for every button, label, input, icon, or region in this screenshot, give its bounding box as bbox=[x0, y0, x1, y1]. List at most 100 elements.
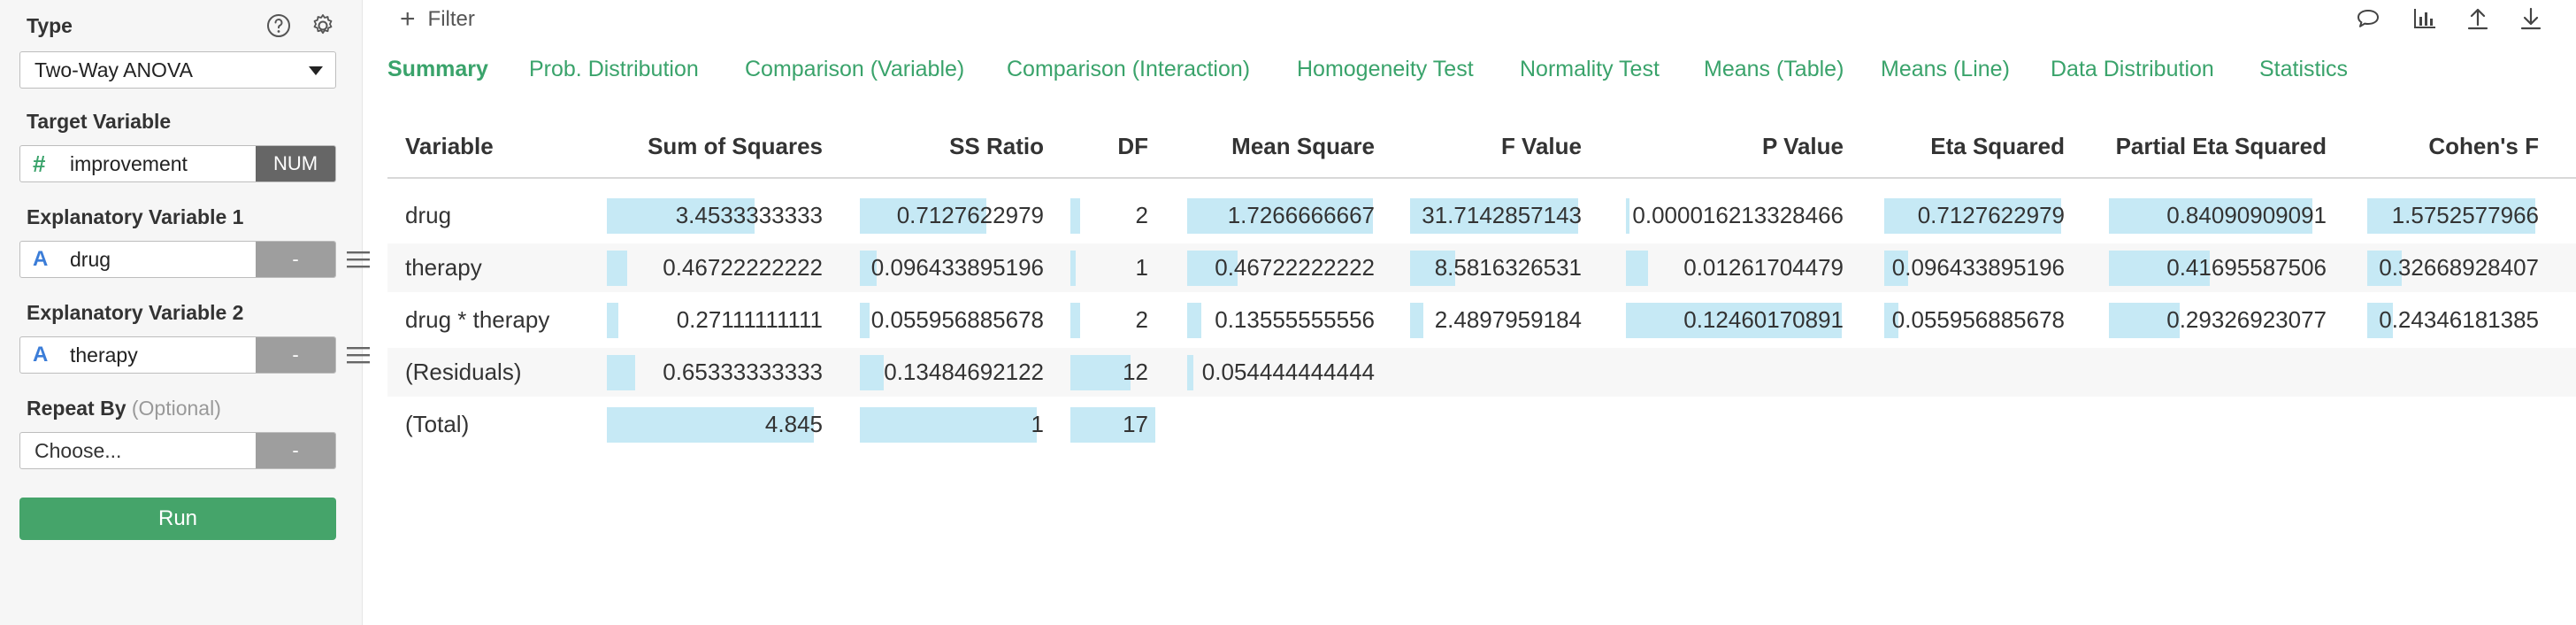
tab-summary[interactable]: Summary bbox=[387, 57, 488, 82]
tab-means-table[interactable]: Means (Table) bbox=[1704, 57, 1844, 82]
config-panel: Type Two-Way ANOVA Target Variable # imp… bbox=[0, 0, 370, 625]
value-cell: 1.5752577966 bbox=[2391, 202, 2539, 228]
tab-prob-distribution[interactable]: Prob. Distribution bbox=[529, 57, 699, 82]
run-button[interactable]: Run bbox=[19, 498, 336, 540]
string-type-icon: A bbox=[33, 343, 49, 367]
value-cell: 31.7142857143 bbox=[1422, 202, 1582, 228]
gear-icon[interactable] bbox=[310, 12, 336, 39]
repeat-by-field[interactable]: Choose... - bbox=[19, 432, 336, 469]
app-root: Type Two-Way ANOVA Target Variable # imp… bbox=[0, 0, 2576, 625]
value-cell: 3.4533333333 bbox=[675, 202, 823, 228]
value-cell bbox=[2309, 348, 2539, 397]
type-label: Type bbox=[27, 14, 73, 37]
variable-cell: (Residuals) bbox=[405, 359, 522, 385]
value-cell: 0.054444444444 bbox=[1201, 359, 1375, 385]
column-header[interactable]: Sum of Squares bbox=[609, 133, 823, 160]
value-cell: 0.13484692122 bbox=[884, 359, 1044, 385]
hamburger-menu-icon[interactable] bbox=[347, 250, 370, 269]
value-cell: 0.84090909091 bbox=[2166, 202, 2327, 228]
column-header[interactable]: Partial Eta Squared bbox=[2084, 133, 2327, 160]
column-header[interactable]: F Value bbox=[1401, 133, 1582, 160]
value-cell: 0.24346181385 bbox=[2379, 306, 2539, 333]
tab-homogeneity-test[interactable]: Homogeneity Test bbox=[1297, 57, 1474, 82]
value-cell: 0.055956885678 bbox=[1891, 306, 2065, 333]
tab-normality-test[interactable]: Normality Test bbox=[1520, 57, 1660, 82]
filter-button[interactable]: + Filter bbox=[400, 5, 475, 34]
variable-cell: (Total) bbox=[405, 411, 470, 437]
value-cell bbox=[1366, 400, 1582, 449]
table-row: (Total) 4.845 1 17 bbox=[387, 400, 2576, 449]
value-cell: 0.46722222222 bbox=[663, 254, 823, 281]
column-header[interactable]: Mean Square bbox=[1166, 133, 1375, 160]
value-cell bbox=[1829, 348, 2065, 397]
value-cell bbox=[1829, 400, 2065, 449]
variable-cell: therapy bbox=[405, 254, 482, 281]
value-cell: 0.41695587506 bbox=[2166, 254, 2327, 281]
explanatory-variable-2-field[interactable]: A therapy - bbox=[19, 336, 336, 374]
value-cell bbox=[2049, 348, 2327, 397]
column-header[interactable]: DF bbox=[1070, 133, 1148, 160]
value-cell: 0.29326923077 bbox=[2166, 306, 2327, 333]
value-cell: 0.32668928407 bbox=[2379, 254, 2539, 281]
target-variable-field[interactable]: # improvement NUM bbox=[19, 145, 336, 182]
value-cell: 8.5816326531 bbox=[1434, 254, 1582, 281]
tab-means-line[interactable]: Means (Line) bbox=[1881, 57, 2010, 82]
question-circle-icon[interactable] bbox=[265, 12, 292, 39]
explanatory-variable-1-name: drug bbox=[70, 248, 111, 271]
download-icon[interactable] bbox=[2518, 5, 2544, 32]
repeat-by-optional: (Optional) bbox=[131, 397, 221, 420]
value-cell: 0.055956885678 bbox=[870, 306, 1044, 333]
target-variable-label: Target Variable bbox=[27, 110, 172, 133]
column-header[interactable]: Variable bbox=[405, 133, 494, 160]
type-select-value: Two-Way ANOVA bbox=[34, 58, 193, 81]
string-type-icon: A bbox=[33, 247, 49, 271]
explanatory-variable-1-tag[interactable]: - bbox=[256, 242, 335, 277]
column-header[interactable]: P Value bbox=[1599, 133, 1844, 160]
comment-icon[interactable] bbox=[2355, 5, 2381, 32]
filter-label: Filter bbox=[427, 7, 475, 31]
value-cell bbox=[2049, 400, 2327, 449]
plus-icon: + bbox=[400, 4, 416, 34]
value-cell: 0.12460170891 bbox=[1683, 306, 1844, 333]
value-cell: 0.01261704479 bbox=[1683, 254, 1844, 281]
hamburger-menu-icon[interactable] bbox=[347, 345, 370, 365]
table-header: Variable Sum of Squares SS Ratio DF Mean Squ… bbox=[387, 122, 2576, 179]
tab-comparison-interaction[interactable]: Comparison (Interaction) bbox=[1007, 57, 1250, 82]
explanatory-variable-2-label: Explanatory Variable 2 bbox=[27, 301, 244, 324]
value-cell bbox=[1131, 400, 1375, 449]
explanatory-variable-2-tag[interactable]: - bbox=[256, 337, 335, 373]
repeat-by-tag[interactable]: - bbox=[256, 433, 335, 468]
repeat-by-label-text: Repeat By bbox=[27, 397, 126, 420]
tab-statistics[interactable]: Statistics bbox=[2259, 57, 2348, 82]
value-cell: 0.65333333333 bbox=[663, 359, 823, 385]
variable-cell: drug * therapy bbox=[405, 306, 550, 333]
column-header[interactable]: Cohen's F bbox=[2344, 133, 2539, 160]
value-cell bbox=[1564, 400, 1844, 449]
value-cell: 0.46722222222 bbox=[1215, 254, 1375, 281]
value-cell bbox=[2309, 400, 2539, 449]
tab-comparison-variable[interactable]: Comparison (Variable) bbox=[745, 57, 964, 82]
bar-chart-icon[interactable] bbox=[2411, 5, 2438, 32]
column-header[interactable]: Eta Squared bbox=[1865, 133, 2065, 160]
numeric-type-icon: # bbox=[33, 150, 46, 177]
target-variable-name: improvement bbox=[70, 152, 188, 175]
table-row: drug * therapy 0.27111111111 0.05595688567… bbox=[387, 296, 2576, 344]
value-cell: 4.845 bbox=[764, 411, 823, 437]
value-cell: 0.7127622979 bbox=[896, 202, 1044, 228]
explanatory-variable-2-name: therapy bbox=[70, 343, 138, 367]
repeat-by-placeholder: Choose... bbox=[34, 439, 122, 462]
upload-icon[interactable] bbox=[2465, 5, 2491, 32]
type-select[interactable]: Two-Way ANOVA bbox=[19, 51, 336, 89]
value-cell: 0.096433895196 bbox=[870, 254, 1044, 281]
variable-cell: drug bbox=[405, 202, 452, 228]
explanatory-variable-1-label: Explanatory Variable 1 bbox=[27, 205, 244, 228]
value-cell: 1.7266666667 bbox=[1227, 202, 1375, 228]
value-cell: 0.000016213328466 bbox=[1632, 202, 1844, 228]
explanatory-variable-1-field[interactable]: A drug - bbox=[19, 241, 336, 278]
column-header[interactable]: SS Ratio bbox=[856, 133, 1044, 160]
repeat-by-label: Repeat By (Optional) bbox=[27, 397, 221, 421]
target-variable-type-tag: NUM bbox=[256, 146, 335, 181]
value-cell bbox=[1564, 348, 1844, 397]
chevron-down-icon bbox=[309, 66, 323, 75]
tab-data-distribution[interactable]: Data Distribution bbox=[2051, 57, 2214, 82]
